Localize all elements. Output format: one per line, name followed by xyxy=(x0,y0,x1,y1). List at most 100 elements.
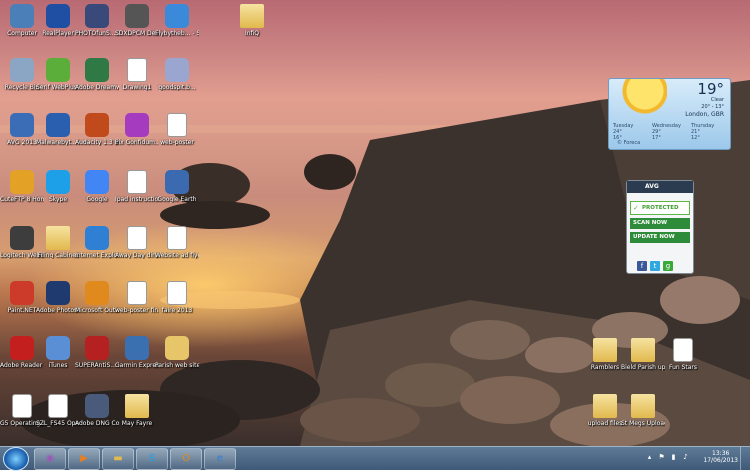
desktop-icon[interactable]: Ipad instructions xyxy=(115,170,159,203)
outlook-icon xyxy=(85,281,109,305)
skype-taskbar-icon[interactable]: S xyxy=(136,448,168,470)
document-icon xyxy=(127,58,147,82)
forecast-day: Wednesday 29° 17° xyxy=(652,123,690,141)
weather-condition: Clear xyxy=(710,97,724,103)
forecast-lo: 12° xyxy=(691,135,700,141)
desktop-icon[interactable]: Website ad flyer final xyxy=(155,226,199,259)
desktop-icon[interactable]: InfiQ xyxy=(230,4,274,37)
desktop-icon[interactable]: Google Earth xyxy=(155,170,199,203)
ie-taskbar-icon[interactable]: e xyxy=(204,448,236,470)
desktop-icon[interactable]: Adobe Photosh... xyxy=(36,281,80,314)
avg-header: AVG xyxy=(627,181,693,193)
desktop-icon[interactable]: Pix Gonfidum... xyxy=(115,113,159,146)
desktop-icon[interactable]: Malwarebyt... Anti-Malw... xyxy=(36,113,80,146)
folder-icon xyxy=(46,226,70,250)
desktop-icon-label: Filing Cabinet xyxy=(37,252,79,259)
desktop-icon[interactable]: Bield Parish upload xyxy=(621,338,665,371)
clock[interactable]: 13:36 17/06/2013 xyxy=(703,450,738,464)
clock-time: 13:36 xyxy=(712,450,730,457)
weather-location: London, GBR xyxy=(685,111,724,118)
media-icon[interactable]: ◉ xyxy=(34,448,66,470)
desktop-icon[interactable]: Drawing1 xyxy=(115,58,159,91)
volume-icon[interactable]: ♪ xyxy=(681,453,690,462)
forecast-lo: 17° xyxy=(652,135,661,141)
webplus-icon xyxy=(46,58,70,82)
media-player-icon[interactable]: ▶ xyxy=(68,448,100,470)
superantispyware-icon xyxy=(85,336,109,360)
avg-gadget[interactable]: AVG PROTECTED SCAN NOW UPDATE NOW ftg xyxy=(626,180,694,274)
facebook-icon[interactable]: f xyxy=(637,261,647,271)
ie-icon xyxy=(85,226,109,250)
show-desktop-button[interactable] xyxy=(740,447,750,470)
avg-social-links: ftg xyxy=(637,253,676,272)
desktop-icon-label: iTunes xyxy=(48,362,68,369)
desktop-icon-label: Adobe DNG Converter xyxy=(75,420,119,427)
avg-scan-now-button[interactable]: SCAN NOW xyxy=(630,218,690,229)
desktop-icon[interactable]: Skype xyxy=(36,170,80,203)
desktop-icon[interactable]: Flybytheb... - Shortcut xyxy=(155,4,199,37)
desktop-icon[interactable]: Garmin Express xyxy=(115,336,159,369)
document-icon xyxy=(127,281,147,305)
dng-icon xyxy=(85,394,109,418)
desktop-icon[interactable]: PHOTOfunS... 2012 SE xyxy=(75,4,119,37)
desktop-icon[interactable]: Serif WebPlus X5 xyxy=(36,58,80,91)
desktop-icon[interactable]: RealPlayer xyxy=(36,4,80,37)
forecast-day: Thursday 21° 12° xyxy=(691,123,729,141)
word-doc-icon xyxy=(127,226,147,250)
avg-update-now-button[interactable]: UPDATE NOW xyxy=(630,232,690,243)
desktop-icon-label: Internet Explorer xyxy=(75,252,119,259)
desktop-icon-label: May Fayre xyxy=(121,420,153,427)
desktop-icon[interactable]: Parish web sitepdf xyxy=(155,336,199,369)
desktop-icon[interactable]: St Megs Upload xyxy=(621,394,665,427)
word-doc-icon xyxy=(12,394,32,418)
photo-icon xyxy=(85,4,109,28)
folder-icon xyxy=(631,338,655,362)
desktop-icon-label: SDXDPCM Developer ... xyxy=(115,30,159,37)
twitter-icon[interactable]: t xyxy=(650,261,660,271)
weather-brand: © Foreca xyxy=(617,140,641,146)
desktop-icon[interactable]: Internet Explorer xyxy=(75,226,119,259)
flag-icon[interactable]: ⚑ xyxy=(657,453,666,462)
desktop-icon-label: faire 2013 xyxy=(161,307,193,314)
garmin-icon xyxy=(125,336,149,360)
weather-gadget[interactable]: 19° Clear 20° - 13° London, GBR Tuesday … xyxy=(608,78,731,150)
mail-icon xyxy=(165,336,189,360)
desktop-icon[interactable]: Fun Stars xyxy=(661,338,705,371)
outlook-taskbar-icon[interactable]: O xyxy=(170,448,202,470)
desktop-icon[interactable]: Microsoft Outlook 2010 xyxy=(75,281,119,314)
skype-icon xyxy=(46,170,70,194)
desktop-icon[interactable]: Adobe Dreamwea... xyxy=(75,58,119,91)
desktop-icon[interactable]: goodspit.b... xyxy=(155,58,199,91)
desktop-icon[interactable]: Adobe DNG Converter xyxy=(75,394,119,427)
sun-icon xyxy=(615,79,667,119)
desktop-icon[interactable]: web-poster xyxy=(155,113,199,146)
desktop-icon[interactable]: SUPERAntiS... Free Edition xyxy=(75,336,119,369)
word-doc-icon xyxy=(167,226,187,250)
desktop-icon[interactable]: faire 2013 xyxy=(155,281,199,314)
avg-community-icon[interactable]: g xyxy=(663,261,673,271)
desktop-icon[interactable]: May Fayre xyxy=(115,394,159,427)
weather-details: Clear 20° - 13° London, GBR xyxy=(685,97,724,118)
webcam-icon xyxy=(10,226,34,250)
desktop-icon[interactable]: web-poster final xyxy=(115,281,159,314)
desktop-icon[interactable]: Away Day directions... xyxy=(115,226,159,259)
disc-icon xyxy=(165,58,189,82)
forecast-day: Tuesday 24° 16° xyxy=(613,123,651,141)
desktop-icon-label: Parish web sitepdf xyxy=(155,362,199,369)
network-icon[interactable]: ▮ xyxy=(669,453,678,462)
show-hidden-icons-icon[interactable]: ▴ xyxy=(645,453,654,462)
start-button[interactable] xyxy=(3,447,29,471)
desktop-icon-label: Google xyxy=(86,196,108,203)
app-icon xyxy=(125,4,149,28)
desktop-icon[interactable]: Google xyxy=(75,170,119,203)
explorer-folder-icon[interactable]: ▬ xyxy=(102,448,134,470)
avg-protected-status: PROTECTED xyxy=(630,201,690,215)
desktop-icon[interactable]: Filing Cabinet xyxy=(36,226,80,259)
desktop-icon[interactable]: iTunes xyxy=(36,336,80,369)
desktop-icon-label: SZL_FS45 Operating ... xyxy=(36,420,80,427)
desktop-icon-label: Google Earth xyxy=(157,196,197,203)
desktop-icon[interactable]: Audacity 1.3 Beta (Unic... xyxy=(75,113,119,146)
word-doc-icon xyxy=(167,281,187,305)
desktop-icon[interactable]: SDXDPCM Developer ... xyxy=(115,4,159,37)
desktop-icon[interactable]: SZL_FS45 Operating ... xyxy=(36,394,80,427)
